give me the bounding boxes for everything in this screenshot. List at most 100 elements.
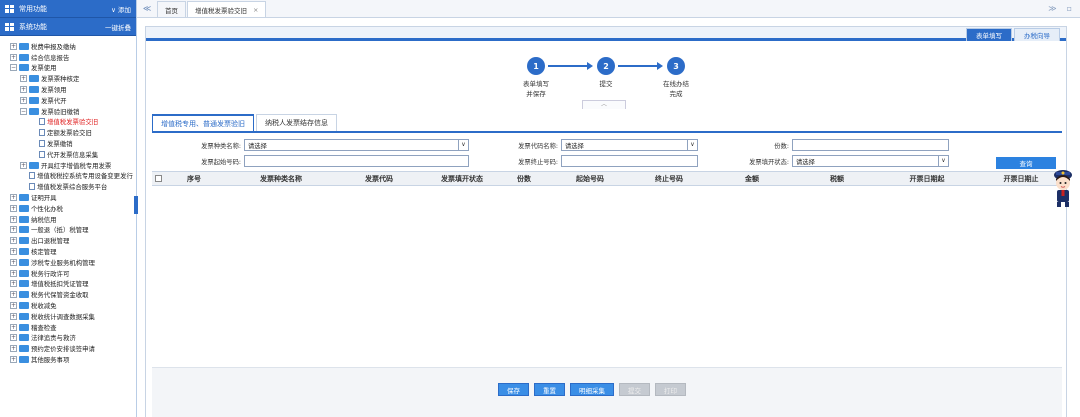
expand-icon[interactable]: + [10, 53, 17, 61]
sidebar-item[interactable]: 增值税税控系统专用设备变更发行 [0, 171, 136, 182]
expand-icon[interactable]: + [10, 323, 17, 331]
sidebar-item[interactable]: 增值税发票综合服务平台 [0, 181, 136, 192]
form-fill-mode-button[interactable]: 表单填写 [966, 28, 1012, 41]
query-button[interactable]: 查询 [996, 157, 1056, 169]
sidebar-item[interactable]: + 税务行政许可 [0, 268, 136, 279]
scroll-right-button[interactable]: ≫ [1048, 4, 1056, 13]
sidebar-item[interactable]: + 税收减免 [0, 300, 136, 311]
scroll-left-button[interactable]: ≪ [137, 0, 157, 17]
sidebar-item[interactable]: 代开发票信息采集 [0, 149, 136, 160]
tab-invoice-balance[interactable]: 纳税人发票结存信息 [256, 114, 337, 131]
expand-icon[interactable]: + [10, 258, 17, 266]
sidebar-item[interactable]: + 核定管理 [0, 246, 136, 257]
add-favorite-button[interactable]: ∨ 添加 [111, 4, 131, 14]
expand-icon[interactable]: + [10, 345, 17, 353]
collapse-icon[interactable]: − [20, 107, 27, 115]
sidebar-item[interactable]: + 法律追责与救济 [0, 333, 136, 344]
sidebar-item[interactable]: 定额发票验交旧 [0, 127, 136, 138]
invoice-type-select[interactable]: 请选择 ∨ [244, 139, 469, 151]
expand-icon[interactable]: + [10, 194, 17, 202]
end-no-row: 发票终止号码: [503, 155, 698, 167]
sidebar-collapse-handle[interactable] [134, 196, 138, 214]
collapse-icon[interactable]: − [10, 64, 17, 72]
sidebar-item-label: 预约定价安排谈签申请 [31, 345, 95, 354]
folder-icon [19, 248, 29, 256]
sidebar-item[interactable]: + 证明开具 [0, 192, 136, 203]
status-row: 发票填开状态: 请选择 ∨ [734, 155, 949, 167]
collapse-all-button[interactable]: 一键折叠 [105, 22, 131, 32]
expand-icon[interactable]: + [10, 356, 17, 363]
sidebar-item[interactable]: + 综合信息报告 [0, 52, 136, 63]
end-no-label: 发票终止号码: [518, 158, 558, 166]
sidebar-item[interactable]: + 涉税专业服务机构管理 [0, 257, 136, 268]
folder-open-icon [29, 107, 39, 115]
window-menu-icon[interactable]: ▫ [1067, 4, 1072, 13]
sidebar-item[interactable]: + 预约定价安排谈签申请 [0, 343, 136, 354]
guide-mode-button[interactable]: 办税向导 [1014, 28, 1060, 41]
sidebar-item[interactable]: + 税费申报及缴纳 [0, 41, 136, 52]
expand-icon[interactable]: + [10, 302, 17, 310]
sidebar-item[interactable]: + 个性化办税 [0, 203, 136, 214]
print-button[interactable]: 打印 [655, 383, 686, 396]
invoice-code-select[interactable]: 请选择 ∨ [561, 139, 698, 151]
sidebar-item[interactable]: + 发票领用 [0, 84, 136, 95]
sidebar-item-label: 稽查检查 [31, 323, 57, 332]
expand-icon[interactable]: + [20, 86, 27, 94]
sidebar-item[interactable]: + 其他服务事项 [0, 354, 136, 365]
sidebar-item[interactable]: 发票缴销 [0, 138, 136, 149]
step-number: 3 [667, 57, 685, 75]
sidebar-item[interactable]: + 开具红字增值税专用发票 [0, 160, 136, 171]
tab-vat-invoice-check[interactable]: 增值税专用、普通发票验旧 [152, 114, 254, 131]
sidebar-item[interactable]: + 发票代开 [0, 95, 136, 106]
sidebar-item[interactable]: + 一般退（抵）税管理 [0, 225, 136, 236]
sidebar-item[interactable]: + 税务代保管资金收取 [0, 289, 136, 300]
expand-icon[interactable]: + [10, 312, 17, 320]
end-no-input[interactable] [561, 155, 698, 167]
sidebar-item[interactable]: 增值税发票验交旧 [0, 117, 136, 128]
expand-icon[interactable]: + [10, 42, 17, 50]
detail-collect-button[interactable]: 明细采集 [570, 383, 614, 396]
expand-icon[interactable]: + [20, 96, 27, 104]
tab-invoice-check[interactable]: 增值税发票验交旧 × [187, 1, 267, 17]
sidebar-item[interactable]: + 稽查检查 [0, 322, 136, 333]
start-no-input[interactable] [244, 155, 469, 167]
expand-icon[interactable]: + [10, 269, 17, 277]
step-label: 在线办结 [663, 80, 689, 88]
expand-icon[interactable]: + [20, 75, 27, 83]
submit-button[interactable]: 提交 [619, 383, 650, 396]
expand-icon[interactable]: + [20, 161, 27, 169]
expand-icon[interactable]: + [10, 280, 17, 288]
sidebar-item-label: 发票使用 [31, 64, 57, 73]
expand-icon[interactable]: + [10, 334, 17, 342]
sidebar-item[interactable]: + 税收统计调查数据采集 [0, 311, 136, 322]
sidebar-item[interactable]: − 发票验旧缴销 [0, 106, 136, 117]
grid-icon [5, 4, 14, 13]
sidebar-item-label: 发票票种核定 [41, 75, 80, 84]
document-icon [39, 118, 45, 126]
reset-button[interactable]: 重置 [534, 383, 565, 396]
favorites-header[interactable]: 常用功能 ∨ 添加 [0, 0, 136, 18]
expand-icon[interactable]: + [10, 204, 17, 212]
sidebar-item-label: 发票领用 [41, 86, 67, 95]
folder-icon [19, 345, 29, 353]
expand-icon[interactable]: + [10, 226, 17, 234]
save-button[interactable]: 保存 [498, 383, 529, 396]
count-input[interactable] [792, 139, 949, 151]
start-no-label: 发票起始号码: [201, 158, 241, 166]
status-select[interactable]: 请选择 ∨ [792, 155, 949, 167]
sidebar-item[interactable]: + 增值税抵扣凭证管理 [0, 279, 136, 290]
sidebar-item[interactable]: + 纳税信用 [0, 214, 136, 225]
expand-icon[interactable]: + [10, 215, 17, 223]
expand-icon[interactable]: + [10, 237, 17, 245]
tab-home[interactable]: 首页 [157, 1, 186, 17]
select-all-checkbox[interactable] [155, 175, 162, 182]
collapse-steps-button[interactable]: ︿ [582, 100, 626, 109]
assistant-avatar[interactable] [1051, 168, 1075, 208]
sidebar-item[interactable]: + 出口退税管理 [0, 235, 136, 246]
expand-icon[interactable]: + [10, 291, 17, 299]
close-icon[interactable]: × [253, 6, 258, 14]
step-number: 2 [597, 57, 615, 75]
sidebar-item[interactable]: + 发票票种核定 [0, 73, 136, 84]
expand-icon[interactable]: + [10, 248, 17, 256]
sidebar-item[interactable]: − 发票使用 [0, 63, 136, 74]
